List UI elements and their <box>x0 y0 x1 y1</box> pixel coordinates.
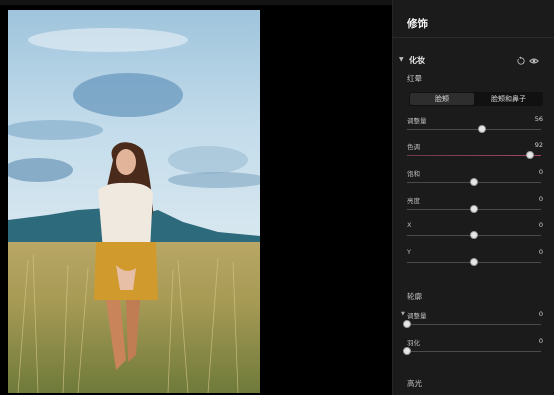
panel-title: 修饰 <box>407 18 428 30</box>
slider-handle[interactable] <box>470 258 478 266</box>
slider-saturation: 饱和 0 <box>405 168 543 192</box>
slider-value[interactable]: 92 <box>535 141 543 149</box>
chevron-down-icon[interactable]: ▼ <box>399 56 404 63</box>
slider-handle[interactable] <box>526 151 535 159</box>
slider-value[interactable]: 0 <box>539 248 543 256</box>
chevron-down-icon[interactable]: ▼ <box>401 311 405 317</box>
slider-label: 调整量 <box>407 117 427 125</box>
slider-amount: 调整量 56 <box>405 115 543 139</box>
slider-track[interactable] <box>407 351 541 352</box>
slider-handle[interactable] <box>403 347 411 355</box>
slider-value[interactable]: 0 <box>539 168 543 176</box>
highlight-label: 高光 <box>407 379 422 388</box>
photo-preview[interactable] <box>8 10 260 393</box>
canvas-area <box>0 5 392 395</box>
panel-divider <box>393 37 554 38</box>
slider-label: 饱和 <box>407 170 420 178</box>
slider-track[interactable] <box>407 324 541 325</box>
makeup-section-header[interactable]: ▼ 化妆 <box>399 55 549 67</box>
slider-feather: 羽化 0 <box>403 337 543 361</box>
slider-amount: ▼ 调整量 0 <box>401 310 543 334</box>
slider-handle[interactable] <box>478 125 487 133</box>
slider-label: 调整量 <box>407 312 427 320</box>
contour-label: 轮廓 <box>407 292 422 301</box>
slider-hue: 色调 92 <box>405 141 543 165</box>
slider-value[interactable]: 0 <box>539 337 543 345</box>
slider-track[interactable] <box>407 129 541 130</box>
adjustment-panel: 修饰 ▼ 化妆 红晕 脸颊 脸颊和鼻子 调整量 56 色调 92 饱和 0 亮度 0 X 0 Y 0 … <box>392 0 554 395</box>
slider-label: X <box>407 221 412 229</box>
slider-track[interactable] <box>407 155 541 156</box>
photo-editor-window: 修饰 ▼ 化妆 红晕 脸颊 脸颊和鼻子 调整量 56 色调 92 饱和 0 亮度 0 X 0 Y 0 … <box>0 0 554 395</box>
reset-icon[interactable] <box>516 56 526 66</box>
slider-value[interactable]: 0 <box>539 195 543 203</box>
segment-cheeks-and-nose[interactable]: 脸颊和鼻子 <box>475 93 542 105</box>
slider-handle[interactable] <box>470 205 478 213</box>
slider-label: Y <box>407 248 411 256</box>
slider-label: 亮度 <box>407 197 420 205</box>
slider-value[interactable]: 56 <box>535 115 543 123</box>
portrait-photo <box>8 10 260 393</box>
slider-label: 色调 <box>407 143 420 151</box>
slider-handle[interactable] <box>470 178 478 186</box>
slider-handle[interactable] <box>470 231 478 239</box>
slider-brightness: 亮度 0 <box>405 195 543 219</box>
eye-icon[interactable] <box>529 56 539 66</box>
makeup-section-title: 化妆 <box>409 56 425 65</box>
blush-area-segmented-control: 脸颊 脸颊和鼻子 <box>409 92 543 106</box>
slider-y: Y0 <box>405 248 543 272</box>
slider-x: X0 <box>405 221 543 245</box>
blush-label: 红晕 <box>407 74 422 83</box>
slider-label: 羽化 <box>407 339 420 347</box>
segment-cheeks[interactable]: 脸颊 <box>410 93 474 105</box>
slider-value[interactable]: 0 <box>539 221 543 229</box>
slider-handle[interactable] <box>403 320 411 328</box>
slider-value[interactable]: 0 <box>539 310 543 318</box>
